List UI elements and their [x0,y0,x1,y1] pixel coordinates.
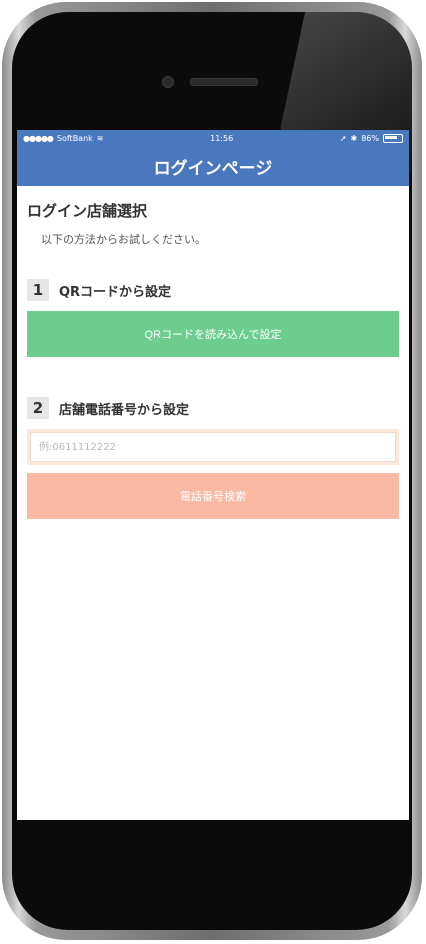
page-subtitle: 以下の方法からお試しください。 [41,233,206,246]
content: ログイン店舗選択 以下の方法からお試しください。 1 QRコードから設定 QRコ… [17,186,409,519]
nav-bar: ログインページ [17,146,409,186]
wifi-icon: ≋ [96,133,104,143]
carrier-label: SoftBank [56,133,93,143]
signal-icon: ●●●●● [23,133,54,143]
status-left: ●●●●● SoftBank ≋ [23,134,104,143]
nav-title: ログインページ [153,158,273,179]
screen: ●●●●● SoftBank ≋ 11:56 ➚ ✱ 86% ログインページ ロ… [17,130,409,820]
step-number-1: 1 [27,279,49,301]
section-phone-header: 2 店舗電話番号から設定 [27,397,399,419]
status-bar: ●●●●● SoftBank ≋ 11:56 ➚ ✱ 86% [17,130,409,146]
phone-number-input[interactable] [30,432,396,462]
status-right: ➚ ✱ 86% [339,133,403,143]
location-icon: ➚ [339,133,347,143]
page-title: ログイン店舗選択 [27,202,148,220]
battery-icon [383,133,403,143]
speaker-icon [190,78,258,86]
battery-label: 86% [361,133,379,143]
phone-input-wrapper [27,429,399,465]
status-time: 11:56 [210,133,234,143]
qr-scan-button[interactable]: QRコードを読み込んで設定 [27,311,399,357]
camera-icon [162,76,174,88]
step-number-2: 2 [27,397,49,419]
bluetooth-icon: ✱ [350,133,358,143]
section-qr-label: QRコードから設定 [59,284,172,300]
section-qr-header: 1 QRコードから設定 [27,279,399,301]
section-phone-label: 店舗電話番号から設定 [59,402,190,418]
phone-search-button[interactable]: 電話番号検索 [27,473,399,519]
